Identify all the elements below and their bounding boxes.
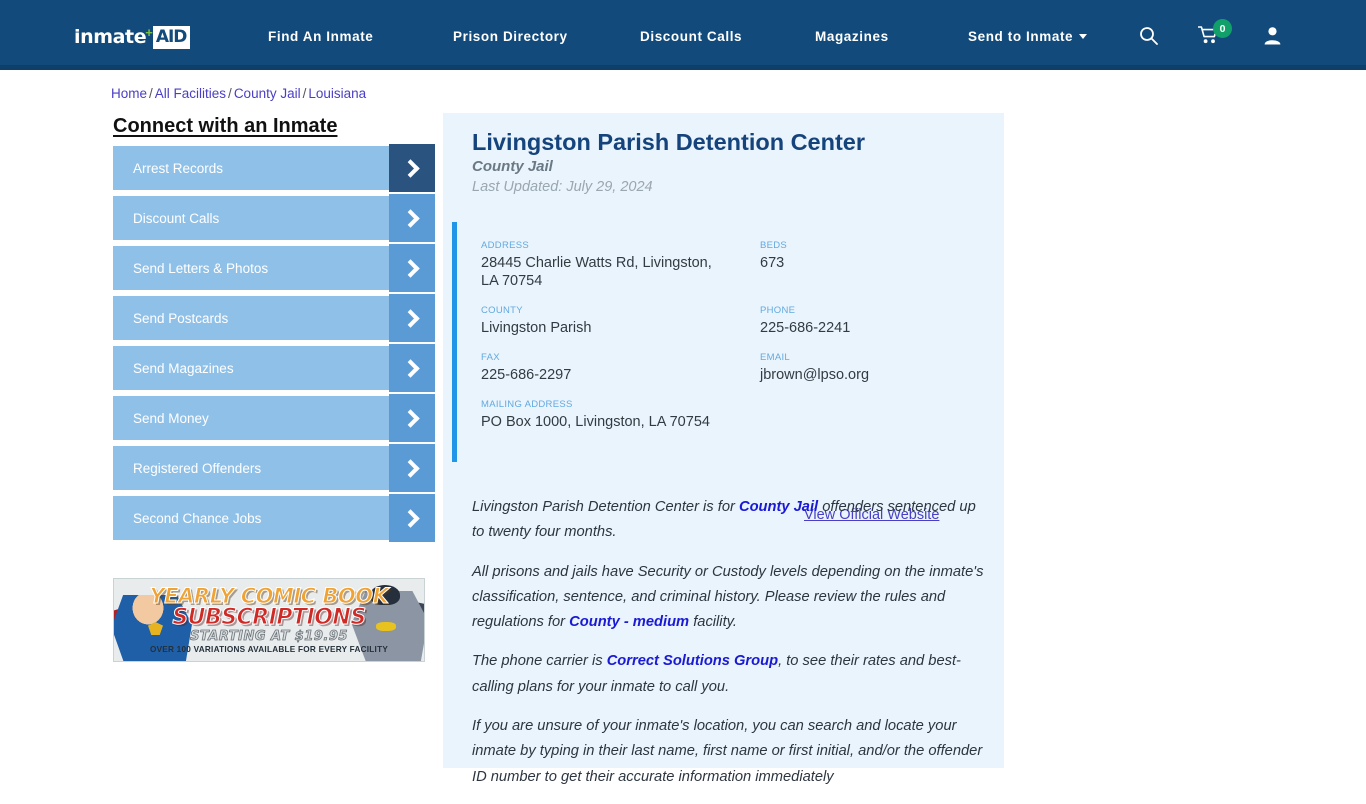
breadcrumb-item-all-facilities[interactable]: All Facilities [155,86,226,101]
paragraph-3: The phone carrier is Correct Solutions G… [472,649,984,700]
page-title: Livingston Parish Detention Center [472,129,866,155]
facility-detail-panel: Livingston Parish Detention Center Count… [443,113,1004,785]
sidebar-item-send-money[interactable]: Send Money [113,394,435,442]
breadcrumb-separator: / [228,86,232,101]
info-label: FAX [481,352,500,363]
sidebar-item-label: Registered Offenders [133,460,262,476]
sidebar-item-send-postcards[interactable]: Send Postcards [113,294,435,342]
facility-type-label: County Jail [472,158,553,175]
inline-link-county-medium[interactable]: County - medium [569,614,689,630]
info-value: 225-686-2241 [760,320,851,336]
sidebar-item-label: Send Magazines [133,360,234,376]
text-run: Livingston Parish Detention Center is fo… [472,499,739,515]
sidebar-item-second-chance-jobs[interactable]: Second Chance Jobs [113,494,435,542]
info-value: PO Box 1000, Livingston, LA 70754 [481,414,710,430]
logo-plus-icon: + [145,24,153,40]
sidebar-item-label: Discount Calls [133,210,220,226]
breadcrumb-separator: / [149,86,153,101]
sidebar-item-registered-offenders[interactable]: Registered Offenders [113,444,435,492]
facility-info-grid: ADDRESS 28445 Charlie Watts Rd, Livingst… [452,222,1004,523]
paragraph-4: If you are unsure of your inmate's locat… [472,714,984,790]
nav-link-find-an-inmate[interactable]: Find An Inmate [268,29,373,44]
text-run: The phone carrier is [472,653,607,670]
sidebar-item-label: Arrest Records [133,160,224,176]
breadcrumb-item-louisiana[interactable]: Louisiana [308,86,366,101]
top-navigation-bar: inmate + AID Find An Inmate Prison Direc… [0,0,1366,70]
breadcrumb: Home / All Facilities / County Jail / Louisian… [111,86,366,101]
sidebar-item-label: Second Chance Jobs [133,510,262,526]
chevron-right-icon [389,244,435,292]
info-value: 673 [760,255,785,271]
search-icon[interactable] [1139,26,1158,50]
info-value: Livingston Parish [481,320,592,336]
chevron-right-icon [389,194,435,242]
chevron-right-icon [389,444,435,492]
last-updated-label: Last Updated: July 29, 2024 [472,179,653,195]
sidebar-item-send-letters-photos[interactable]: Send Letters & Photos [113,244,435,292]
info-value: jbrown@lpso.org [760,367,870,383]
nav-link-prison-directory[interactable]: Prison Directory [453,29,568,44]
chevron-right-icon [389,144,435,192]
text-run: If you are unsure of your inmate's locat… [472,717,983,785]
info-label: BEDS [760,240,788,251]
info-item-fax: FAX 225-686-2297 [481,352,721,384]
comic-book-subscription-ad[interactable]: YEARLY COMIC BOOK SUBSCRIPTIONS STARTING… [113,578,425,662]
chevron-down-icon [1079,33,1088,39]
chevron-right-icon [389,344,435,392]
paragraph-2: All prisons and jails have Security or C… [472,560,984,636]
chevron-right-icon [389,394,435,442]
sidebar-heading: Connect with an Inmate [113,115,338,137]
logo-aid-badge: AID [152,25,191,49]
nav-link-magazines[interactable]: Magazines [815,29,889,44]
breadcrumb-item-home[interactable]: Home [111,86,147,101]
sidebar-item-arrest-records[interactable]: Arrest Records [113,144,435,192]
nav-link-discount-calls[interactable]: Discount Calls [640,29,742,44]
nav-dropdown-label: Send to Inmate [968,29,1074,44]
sidebar-button-list: Arrest Records Discount Calls Send Lette… [113,144,435,546]
info-value: 28445 Charlie Watts Rd, Livingston, LA 7… [481,255,712,290]
breadcrumb-item-county-jail[interactable]: County Jail [234,86,301,101]
sidebar-item-discount-calls[interactable]: Discount Calls [113,194,435,242]
cart-icon[interactable]: 0 [1197,19,1232,50]
paragraph-1: Livingston Parish Detention Center is fo… [472,495,984,546]
user-icon[interactable] [1263,26,1282,50]
ad-headline-line2: SUBSCRIPTIONS [172,605,367,631]
inline-link-county-jail[interactable]: County Jail [739,499,818,515]
chevron-right-icon [389,494,435,542]
ad-subtext-line: OVER 100 VARIATIONS AVAILABLE FOR EVERY … [149,645,389,654]
sidebar-item-label: Send Money [133,410,209,426]
info-label: PHONE [760,305,796,316]
info-label: ADDRESS [481,240,530,251]
info-label: EMAIL [760,352,791,363]
site-logo[interactable]: inmate + AID [74,24,191,49]
info-item-county: COUNTY Livingston Parish [481,305,721,337]
breadcrumb-separator: / [302,86,307,101]
info-item-mailing-address: MAILING ADDRESS PO Box 1000, Livingston,… [481,399,716,431]
info-label: COUNTY [481,305,523,316]
info-item-phone: PHONE 225-686-2241 [760,305,980,337]
info-value: 225-686-2297 [481,367,572,383]
facility-description: Livingston Parish Detention Center is fo… [472,495,984,804]
sidebar-item-label: Send Letters & Photos [133,260,269,276]
ad-price-line: STARTING AT $19.95 [190,629,348,645]
inline-link-correct-solutions-group[interactable]: Correct Solutions Group [607,653,778,669]
logo-word: inmate [74,26,147,48]
cart-count-badge: 0 [1213,19,1232,38]
sidebar-item-send-magazines[interactable]: Send Magazines [113,344,435,392]
info-label: MAILING ADDRESS [481,399,573,410]
text-run: facility. [689,614,737,631]
info-item-email: EMAIL jbrown@lpso.org [760,352,980,384]
nav-dropdown-send-to-inmate[interactable]: Send to Inmate [968,29,1088,44]
sidebar-item-label: Send Postcards [133,310,229,326]
chevron-right-icon [389,294,435,342]
info-item-address: ADDRESS 28445 Charlie Watts Rd, Livingst… [481,240,721,291]
info-item-beds: BEDS 673 [760,240,980,272]
